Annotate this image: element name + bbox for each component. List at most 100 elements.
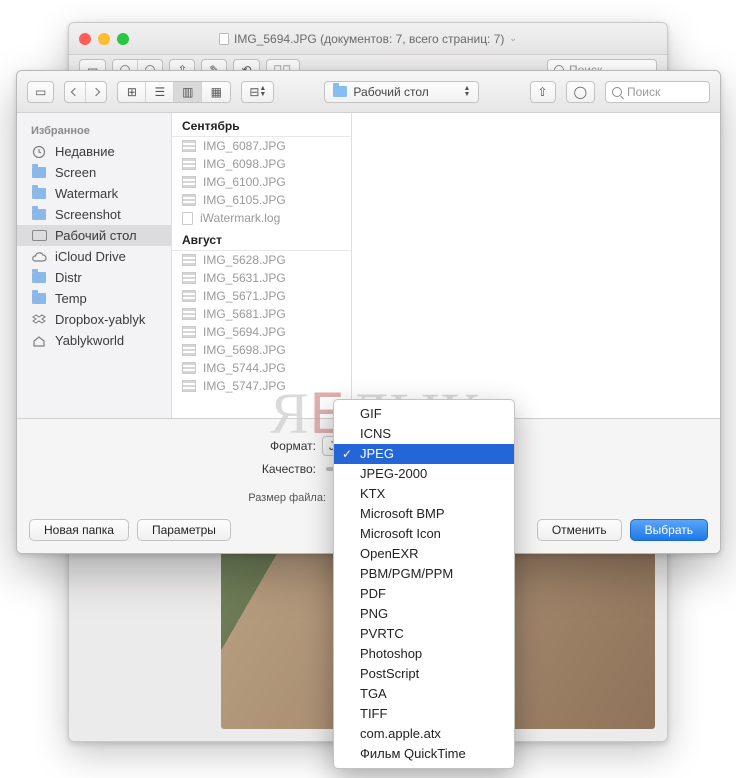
- image-icon: [182, 194, 196, 206]
- file-item[interactable]: IMG_5671.JPG: [172, 287, 351, 305]
- search-placeholder: Поиск: [627, 85, 660, 99]
- icon-view[interactable]: ⊞: [118, 82, 146, 102]
- file-item[interactable]: IMG_5698.JPG: [172, 341, 351, 359]
- nav-back-forward[interactable]: [64, 81, 107, 103]
- sidebar-item-label: iCloud Drive: [55, 249, 126, 264]
- dropdown-option[interactable]: PostScript: [334, 664, 514, 684]
- sidebar-item-yablykworld[interactable]: Yablykworld: [17, 330, 171, 351]
- sidebar-item-label: Yablykworld: [55, 333, 124, 348]
- image-icon: [182, 362, 196, 374]
- finder-sidebar: Избранное НедавниеScreenWatermarkScreens…: [17, 113, 172, 418]
- view-mode-segment[interactable]: ⊞ ☰ ▥ ▦: [117, 81, 231, 103]
- dropdown-option[interactable]: PDF: [334, 584, 514, 604]
- file-item[interactable]: IMG_6098.JPG: [172, 155, 351, 173]
- maximize-button[interactable]: [117, 33, 129, 45]
- file-name: IMG_5698.JPG: [203, 343, 286, 357]
- image-icon: [182, 272, 196, 284]
- preview-titlebar: IMG_5694.JPG (документов: 7, всего стран…: [69, 23, 667, 55]
- dropdown-option[interactable]: Microsoft BMP: [334, 504, 514, 524]
- window-title-text: IMG_5694.JPG (документов: 7, всего стран…: [234, 32, 504, 46]
- dropdown-option[interactable]: JPEG-2000: [334, 464, 514, 484]
- sidebar-item-label: Недавние: [55, 144, 115, 159]
- cancel-button[interactable]: Отменить: [537, 519, 622, 541]
- sidebar-item-label: Screen: [55, 165, 96, 180]
- share-button[interactable]: ⇧: [530, 81, 556, 103]
- file-item[interactable]: iWatermark.log: [172, 209, 351, 227]
- quality-label: Качество:: [17, 462, 322, 476]
- list-view[interactable]: ☰: [146, 82, 174, 102]
- sidebar-toggle[interactable]: ▭: [27, 81, 54, 103]
- dropdown-option[interactable]: TIFF: [334, 704, 514, 724]
- dropdown-option[interactable]: Photoshop: [334, 644, 514, 664]
- new-folder-button[interactable]: Новая папка: [29, 519, 129, 541]
- image-icon: [182, 326, 196, 338]
- sidebar-item-dropbox-yablyk[interactable]: Dropbox-yablyk: [17, 309, 171, 330]
- sidebar-item-label: Рабочий стол: [55, 228, 137, 243]
- file-name: IMG_5631.JPG: [203, 271, 286, 285]
- tags-button[interactable]: ◯: [566, 81, 595, 103]
- file-item[interactable]: IMG_6105.JPG: [172, 191, 351, 209]
- sidebar-item-screenshot[interactable]: Screenshot: [17, 204, 171, 225]
- document-icon: [182, 212, 193, 225]
- dropdown-option[interactable]: KTX: [334, 484, 514, 504]
- sidebar-item-icloud-drive[interactable]: iCloud Drive: [17, 246, 171, 267]
- sidebar-item-label: Watermark: [55, 186, 118, 201]
- path-selector[interactable]: Рабочий стол ▲▼: [324, 81, 479, 103]
- image-icon: [182, 308, 196, 320]
- file-name: IMG_5671.JPG: [203, 289, 286, 303]
- file-item[interactable]: IMG_6087.JPG: [172, 137, 351, 155]
- document-icon: [219, 33, 229, 45]
- file-item[interactable]: IMG_5628.JPG: [172, 251, 351, 269]
- options-button[interactable]: Параметры: [137, 519, 231, 541]
- image-icon: [182, 380, 196, 392]
- sidebar-item-temp[interactable]: Temp: [17, 288, 171, 309]
- sidebar-item-screen[interactable]: Screen: [17, 162, 171, 183]
- dropdown-option[interactable]: Microsoft Icon: [334, 524, 514, 544]
- file-item[interactable]: IMG_5631.JPG: [172, 269, 351, 287]
- dropdown-option[interactable]: Фильм QuickTime: [334, 744, 514, 764]
- dropdown-option[interactable]: PBM/PGM/PPM: [334, 564, 514, 584]
- dropdown-option[interactable]: PVRTC: [334, 624, 514, 644]
- file-item[interactable]: IMG_5694.JPG: [172, 323, 351, 341]
- finder-toolbar: ▭ ⊞ ☰ ▥ ▦ ⊟ ▲▼ Рабочий стол ▲▼ ⇧ ◯ Поиск: [17, 71, 720, 113]
- file-item[interactable]: IMG_5744.JPG: [172, 359, 351, 377]
- format-dropdown[interactable]: GIFICNSJPEGJPEG-2000KTXMicrosoft BMPMicr…: [333, 399, 515, 769]
- sidebar-item-недавние[interactable]: Недавние: [17, 141, 171, 162]
- dropdown-option[interactable]: PNG: [334, 604, 514, 624]
- group-header: Сентябрь: [172, 113, 351, 137]
- file-name: IMG_6098.JPG: [203, 157, 286, 171]
- dropdown-option[interactable]: GIF: [334, 404, 514, 424]
- dropdown-option[interactable]: ICNS: [334, 424, 514, 444]
- finder-search[interactable]: Поиск: [605, 81, 710, 103]
- gallery-view[interactable]: ▦: [202, 82, 230, 102]
- dropdown-option[interactable]: com.apple.atx: [334, 724, 514, 744]
- file-name: IMG_6100.JPG: [203, 175, 286, 189]
- window-controls: [79, 33, 129, 45]
- dropdown-option[interactable]: OpenEXR: [334, 544, 514, 564]
- file-item[interactable]: IMG_6100.JPG: [172, 173, 351, 191]
- file-item[interactable]: IMG_5681.JPG: [172, 305, 351, 323]
- dropdown-option[interactable]: JPEG: [334, 444, 514, 464]
- minimize-button[interactable]: [98, 33, 110, 45]
- filesize-label: Размер файла:: [17, 492, 332, 504]
- choose-button[interactable]: Выбрать: [630, 519, 708, 541]
- chevron-updown-icon: ▲▼: [463, 86, 470, 97]
- finder-body: Избранное НедавниеScreenWatermarkScreens…: [17, 113, 720, 418]
- group-header: Август: [172, 227, 351, 251]
- sidebar-item-label: Temp: [55, 291, 87, 306]
- file-name: IMG_6105.JPG: [203, 193, 286, 207]
- column-view[interactable]: ▥: [174, 82, 202, 102]
- group-by[interactable]: ⊟ ▲▼: [241, 81, 274, 103]
- sidebar-item-distr[interactable]: Distr: [17, 267, 171, 288]
- sidebar-item-рабочий-стол[interactable]: Рабочий стол: [17, 225, 171, 246]
- file-name: iWatermark.log: [200, 211, 280, 225]
- image-icon: [182, 254, 196, 266]
- search-icon: [612, 87, 622, 97]
- close-button[interactable]: [79, 33, 91, 45]
- sidebar-item-label: Distr: [55, 270, 82, 285]
- image-icon: [182, 290, 196, 302]
- file-name: IMG_5628.JPG: [203, 253, 286, 267]
- file-column[interactable]: СентябрьIMG_6087.JPG IMG_6098.JPG IMG_6100…: [172, 113, 352, 418]
- dropdown-option[interactable]: TGA: [334, 684, 514, 704]
- sidebar-item-watermark[interactable]: Watermark: [17, 183, 171, 204]
